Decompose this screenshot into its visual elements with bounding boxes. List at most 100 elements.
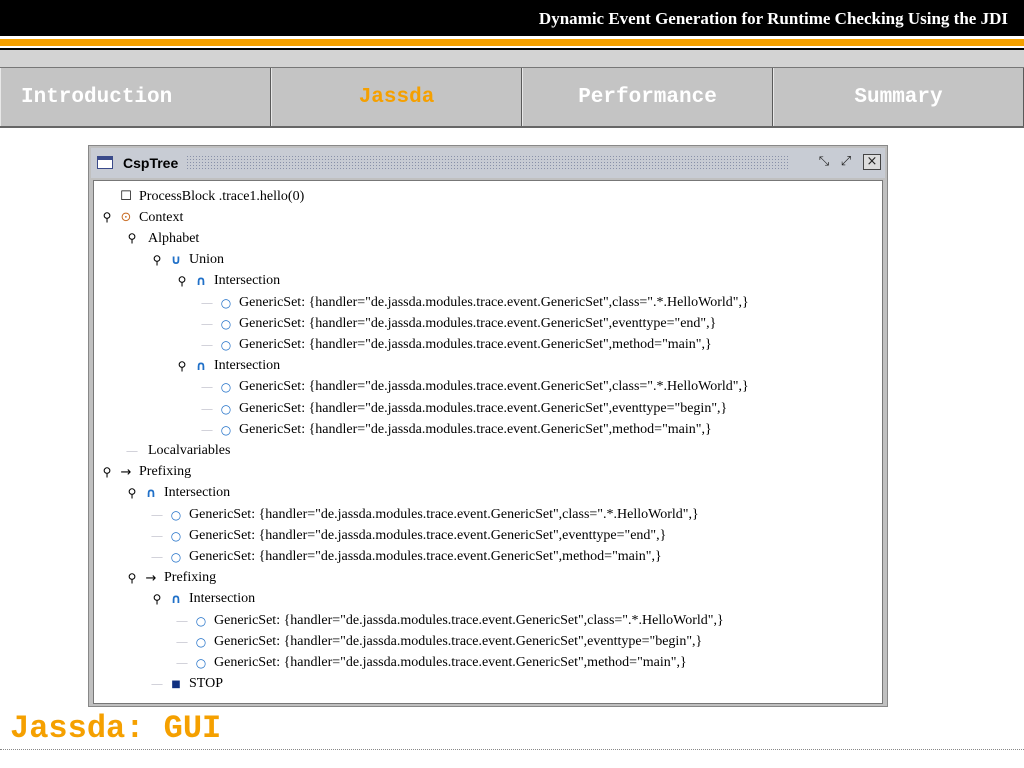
- intersection-icon: ∩: [170, 591, 182, 607]
- tree-node[interactable]: ⚲ → Prefixing: [123, 568, 217, 589]
- tree-node-label: GenericSet: {handler="de.jassda.modules.…: [239, 400, 728, 416]
- tree-node[interactable]: ⚲ Alphabet: [123, 228, 200, 249]
- tree-node-label: GenericSet: {handler="de.jassda.modules.…: [239, 336, 712, 352]
- tree-node[interactable]: — ○ GenericSet: {handler="de.jassda.module…: [173, 631, 703, 652]
- tree-node[interactable]: — ○ GenericSet: {handler="de.jassda.module…: [148, 525, 667, 546]
- tree-node[interactable]: — ○ GenericSet: {handler="de.jassda.module…: [198, 398, 728, 419]
- tree-node-label: GenericSet: {handler="de.jassda.modules.…: [189, 506, 699, 522]
- window-title: CspTree: [123, 155, 179, 171]
- tree-node[interactable]: — ■ STOP: [148, 674, 223, 695]
- tree-connector: —: [201, 317, 213, 330]
- nav-bottom-border: [0, 126, 1024, 128]
- leaf-icon: ○: [195, 613, 207, 628]
- intersection-icon: ∩: [145, 485, 157, 501]
- tree-node-label: STOP: [189, 676, 223, 692]
- header-bar: Dynamic Event Generation for Runtime Che…: [0, 0, 1024, 36]
- tree-connector: —: [126, 444, 138, 457]
- intersection-icon: ∩: [195, 358, 207, 374]
- tab-jassda[interactable]: Jassda: [271, 68, 522, 126]
- leaf-icon: ○: [220, 337, 232, 352]
- tree-connector: —: [151, 550, 163, 563]
- tree-node-label: ProcessBlock .trace1.hello(0): [139, 188, 305, 204]
- tree-node-label: GenericSet: {handler="de.jassda.modules.…: [239, 421, 712, 437]
- tree-node[interactable]: ☐ ProcessBlock .trace1.hello(0): [98, 186, 304, 207]
- tree-node-label: GenericSet: {handler="de.jassda.modules.…: [189, 527, 667, 543]
- expand-handle-icon[interactable]: ⚲: [98, 210, 116, 225]
- expand-handle-icon[interactable]: ⚲: [123, 571, 141, 586]
- tree-node[interactable]: ⚲ → Prefixing: [98, 462, 192, 483]
- tree-node[interactable]: — ○ GenericSet: {handler="de.jassda.module…: [173, 652, 687, 673]
- tree-node[interactable]: — ○ GenericSet: {handler="de.jassda.module…: [148, 504, 699, 525]
- maximize-icon[interactable]: ⤢: [837, 154, 855, 170]
- expand-handle-icon[interactable]: ⚲: [148, 592, 166, 607]
- tree-node-label: GenericSet: {handler="de.jassda.modules.…: [239, 294, 749, 310]
- tree-node[interactable]: — ○ GenericSet: {handler="de.jassda.module…: [148, 546, 662, 567]
- tree-node[interactable]: ⚲ ∩ Intersection: [123, 483, 231, 504]
- leaf-icon: ○: [195, 655, 207, 670]
- tree-node[interactable]: — ○ GenericSet: {handler="de.jassda.module…: [198, 313, 717, 334]
- tree-connector: —: [201, 338, 213, 351]
- stop-icon: ■: [171, 678, 181, 690]
- tree-node-label: Localvariables: [148, 442, 231, 458]
- leaf-icon: ○: [220, 316, 232, 331]
- expand-handle-icon[interactable]: ⚲: [148, 253, 166, 268]
- tree-connector: —: [151, 678, 163, 691]
- csp-tree[interactable]: ☐ ProcessBlock .trace1.hello(0) ⚲ ⊙ Context ⚲…: [93, 180, 883, 704]
- presentation-title: Dynamic Event Generation for Runtime Che…: [538, 9, 1008, 28]
- leaf-icon: ○: [220, 401, 232, 416]
- csptree-window: CspTree ⤡ ⤢ × ☐ ProcessBlock .trace1.hell…: [88, 145, 888, 707]
- tree-node-label: GenericSet: {handler="de.jassda.modules.…: [239, 315, 717, 331]
- tab-summary[interactable]: Summary: [773, 68, 1024, 126]
- intersection-icon: ∩: [195, 273, 207, 289]
- tree-node-label: Context: [139, 209, 184, 225]
- slide-title: Jassda: GUI: [10, 710, 222, 747]
- tree-node[interactable]: — ○ GenericSet: {handler="de.jassda.module…: [198, 377, 749, 398]
- tree-node[interactable]: — ○ GenericSet: {handler="de.jassda.module…: [198, 292, 749, 313]
- tree-node-label: GenericSet: {handler="de.jassda.modules.…: [214, 612, 724, 628]
- union-icon: ∪: [170, 252, 182, 268]
- tree-node-label: GenericSet: {handler="de.jassda.modules.…: [214, 633, 703, 649]
- nav-top-strip: [0, 50, 1024, 68]
- leaf-icon: ○: [220, 422, 232, 437]
- tree-connector: —: [201, 423, 213, 436]
- tree-connector: —: [176, 635, 188, 648]
- expand-handle-icon[interactable]: ⚲: [123, 231, 141, 246]
- nav-bar: Introduction Jassda Performance Summary: [0, 50, 1024, 128]
- tree-connector: —: [176, 656, 188, 669]
- tree-node-label: Intersection: [189, 591, 256, 607]
- arrow-icon: →: [145, 570, 157, 586]
- expand-handle-icon[interactable]: ⚲: [123, 486, 141, 501]
- titlebar-pattern: [186, 155, 789, 169]
- tab-introduction[interactable]: Introduction: [0, 68, 271, 126]
- tree-connector: —: [151, 508, 163, 521]
- close-icon[interactable]: ×: [863, 154, 881, 170]
- footer-divider: [0, 749, 1024, 750]
- tree-node[interactable]: — ○ GenericSet: {handler="de.jassda.module…: [173, 610, 724, 631]
- window-titlebar[interactable]: CspTree ⤡ ⤢ ×: [91, 148, 885, 178]
- leaf-icon: ○: [170, 507, 182, 522]
- tree-node[interactable]: ⚲ ⊙ Context: [98, 207, 184, 228]
- expand-handle-icon[interactable]: ⚲: [173, 274, 191, 289]
- leaf-icon: ○: [195, 634, 207, 649]
- tree-node[interactable]: ⚲ ∩ Intersection: [173, 356, 281, 377]
- expand-handle-icon[interactable]: ⚲: [98, 465, 116, 480]
- expand-handle-icon[interactable]: ⚲: [173, 359, 191, 374]
- tree-node-label: Union: [189, 252, 224, 268]
- tree-node-label: GenericSet: {handler="de.jassda.modules.…: [214, 654, 687, 670]
- tree-node-label: GenericSet: {handler="de.jassda.modules.…: [239, 379, 749, 395]
- tree-node[interactable]: — ○ GenericSet: {handler="de.jassda.module…: [198, 419, 712, 440]
- tree-node-label: Prefixing: [164, 570, 217, 586]
- checkbox-icon: ☐: [120, 189, 132, 204]
- tree-node[interactable]: — Localvariables: [123, 440, 231, 461]
- tree-node[interactable]: — ○ GenericSet: {handler="de.jassda.module…: [198, 334, 712, 355]
- tree-node[interactable]: ⚲ ∩ Intersection: [173, 271, 281, 292]
- tab-performance[interactable]: Performance: [522, 68, 773, 126]
- context-icon: ⊙: [120, 210, 132, 226]
- leaf-icon: ○: [170, 549, 182, 564]
- tree-node-label: GenericSet: {handler="de.jassda.modules.…: [189, 548, 662, 564]
- tree-node-label: Alphabet: [148, 230, 200, 246]
- arrow-icon: →: [120, 464, 132, 480]
- restore-icon[interactable]: ⤡: [815, 154, 833, 170]
- tree-node[interactable]: ⚲ ∪ Union: [148, 250, 224, 271]
- tree-node[interactable]: ⚲ ∩ Intersection: [148, 589, 256, 610]
